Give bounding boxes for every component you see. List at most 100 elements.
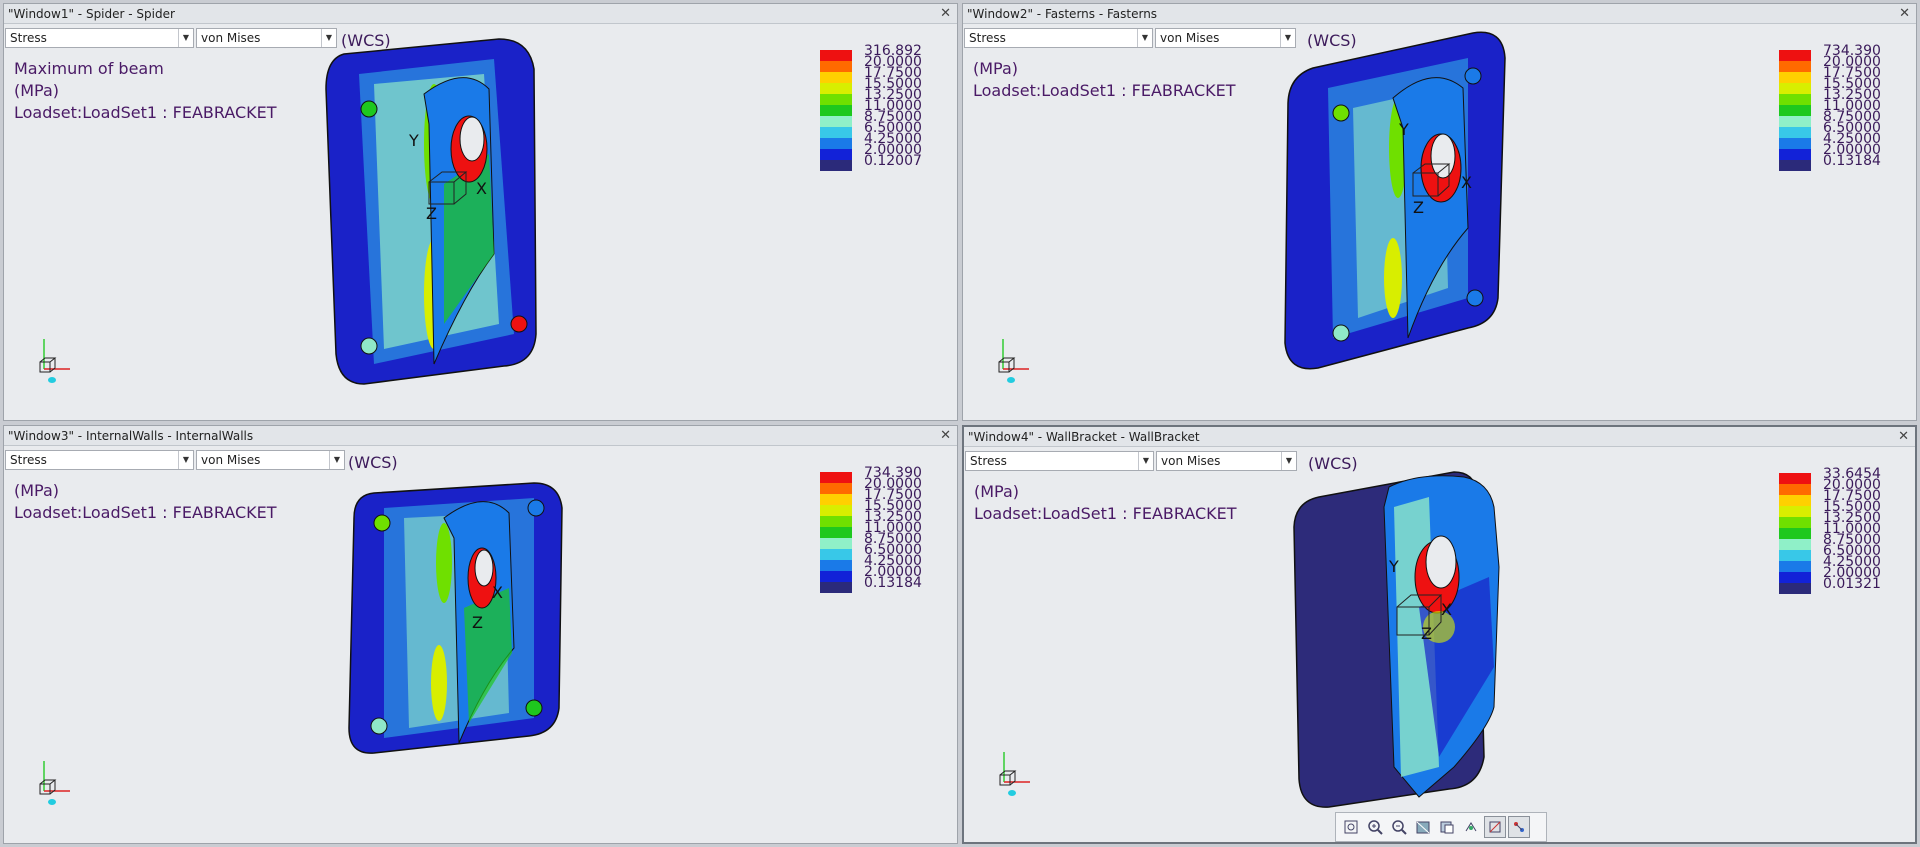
zoom-in-icon[interactable] [1364, 816, 1386, 838]
window-2-pane[interactable]: "Window2" - Fasterns - Fasterns ✕ Stress… [962, 3, 1917, 421]
legend-color-swatch [820, 582, 852, 593]
window-3-titlebar: "Window3" - InternalWalls - InternalWall… [4, 426, 957, 446]
chevron-down-icon: ▼ [1137, 29, 1152, 47]
legend-color-swatch [820, 527, 852, 538]
legend-color-swatch [820, 516, 852, 527]
window-1-component-value: von Mises [201, 31, 261, 45]
window-2-titlebar: "Window2" - Fasterns - Fasterns ✕ [963, 4, 1916, 24]
axis-label-z: Z [1413, 198, 1424, 217]
window-2-stress-model[interactable]: Y X Z [1273, 28, 1523, 378]
window-1-result-type-value: Stress [10, 31, 47, 45]
legend-color-bars [1779, 473, 1811, 594]
legend-color-swatch [820, 549, 852, 560]
legend-color-swatch [1779, 138, 1811, 149]
legend-color-swatch [820, 538, 852, 549]
legend-color-swatch [820, 61, 852, 72]
legend-color-swatch [1779, 116, 1811, 127]
axis-label-x: X [492, 583, 503, 602]
chevron-down-icon: ▼ [178, 451, 193, 469]
legend-color-bars [1779, 50, 1811, 171]
window-1-pane[interactable]: "Window1" - Spider - Spider ✕ Stress ▼ v… [3, 3, 958, 421]
window-2-result-type-value: Stress [969, 31, 1006, 45]
window-4-component-select[interactable]: von Mises ▼ [1156, 451, 1297, 471]
axis-label-y: Y [1398, 120, 1409, 139]
legend-color-swatch [820, 127, 852, 138]
window-3-color-legend: 734.390 20.0000 17.7500 15.5000 13.2500 … [820, 466, 930, 593]
legend-color-swatch [1779, 83, 1811, 94]
window-3-result-type-select[interactable]: Stress ▼ [5, 450, 194, 470]
window-1-close-icon[interactable]: ✕ [940, 4, 951, 24]
window-4-titlebar: "Window4" - WallBracket - WallBracket ✕ [964, 427, 1915, 447]
window-1-info-line: Maximum of beam [14, 59, 164, 78]
window-3-wcs-label: (WCS) [348, 453, 398, 472]
window-2-info-line: Loadset:LoadSet1 : FEABRACKET [973, 81, 1236, 100]
window-1-info: Maximum of beam (MPa) Loadset:LoadSet1 :… [14, 58, 277, 124]
legend-color-bars [820, 50, 852, 171]
zoom-out-icon[interactable] [1388, 816, 1410, 838]
spin-center-icon[interactable] [1460, 816, 1482, 838]
datum-display-icon[interactable] [1484, 816, 1506, 838]
chevron-down-icon: ▼ [178, 29, 193, 47]
window-4-title: "Window4" - WallBracket - WallBracket [968, 430, 1200, 444]
refit-icon[interactable] [1340, 816, 1362, 838]
window-3-close-icon[interactable]: ✕ [940, 426, 951, 446]
window-3-component-select[interactable]: von Mises ▼ [196, 450, 345, 470]
axis-label-y: Y [1388, 557, 1399, 576]
window-4-info-line: Loadset:LoadSet1 : FEABRACKET [974, 504, 1237, 523]
legend-color-swatch [820, 560, 852, 571]
saved-views-icon[interactable] [1436, 816, 1458, 838]
window-4-close-icon[interactable]: ✕ [1898, 427, 1909, 447]
window-2-result-type-select[interactable]: Stress ▼ [964, 28, 1153, 48]
window-1-stress-model[interactable]: Y X Z [314, 34, 564, 394]
legend-color-swatch [820, 483, 852, 494]
window-3-stress-model[interactable]: X Z [344, 478, 574, 763]
axis-label-x: X [1441, 600, 1452, 619]
legend-color-swatch [820, 472, 852, 483]
legend-color-swatch [820, 83, 852, 94]
legend-color-swatch [820, 494, 852, 505]
legend-color-swatch [1779, 484, 1811, 495]
window-1-result-type-select[interactable]: Stress ▼ [5, 28, 194, 48]
legend-values: 316.892 20.0000 17.7500 15.5000 13.2500 … [864, 44, 922, 168]
window-2-view-triad-icon [998, 339, 1029, 383]
legend-color-swatch [820, 116, 852, 127]
window-4-pane[interactable]: "Window4" - WallBracket - WallBracket ✕ … [962, 425, 1917, 844]
legend-color-swatch [1779, 561, 1811, 572]
legend-values: 734.390 20.0000 17.7500 15.5000 13.2500 … [1823, 44, 1881, 168]
axis-label-z: Z [426, 204, 437, 223]
annotation-display-icon[interactable] [1508, 816, 1530, 838]
window-1-color-legend: 316.892 20.0000 17.7500 15.5000 13.2500 … [820, 44, 930, 171]
window-3-view-triad-icon [39, 761, 70, 805]
window-3-pane[interactable]: "Window3" - InternalWalls - InternalWall… [3, 425, 958, 844]
window-2-title: "Window2" - Fasterns - Fasterns [967, 7, 1158, 21]
legend-color-swatch [1779, 550, 1811, 561]
legend-color-swatch [1779, 127, 1811, 138]
window-4-color-legend: 33.6454 20.0000 17.7500 15.5000 13.2500 … [1779, 467, 1889, 594]
legend-color-swatch [1779, 50, 1811, 61]
legend-color-swatch [1779, 473, 1811, 484]
legend-color-swatch [820, 50, 852, 61]
window-2-info: (MPa) Loadset:LoadSet1 : FEABRACKET [973, 58, 1236, 102]
legend-color-swatch [1779, 528, 1811, 539]
window-2-close-icon[interactable]: ✕ [1899, 4, 1910, 24]
axis-label-z: Z [472, 613, 483, 632]
window-4-result-type-select[interactable]: Stress ▼ [965, 451, 1154, 471]
window-4-view-triad-icon [999, 752, 1030, 796]
shading-icon[interactable] [1412, 816, 1434, 838]
axis-label-x: X [476, 179, 487, 198]
window-4-info-line: (MPa) [974, 482, 1020, 501]
window-3-result-type-value: Stress [10, 453, 47, 467]
legend-color-swatch [1779, 160, 1811, 171]
legend-color-swatch [820, 72, 852, 83]
legend-color-swatch [820, 149, 852, 160]
chevron-down-icon: ▼ [329, 451, 344, 469]
legend-color-swatch [1779, 72, 1811, 83]
legend-color-swatch [820, 105, 852, 116]
legend-color-swatch [1779, 105, 1811, 116]
legend-color-swatch [820, 94, 852, 105]
legend-color-swatch [820, 505, 852, 516]
window-3-component-value: von Mises [201, 453, 261, 467]
window-2-component-value: von Mises [1160, 31, 1220, 45]
window-4-stress-model[interactable]: Y X Z [1289, 467, 1539, 812]
legend-color-swatch [1779, 572, 1811, 583]
